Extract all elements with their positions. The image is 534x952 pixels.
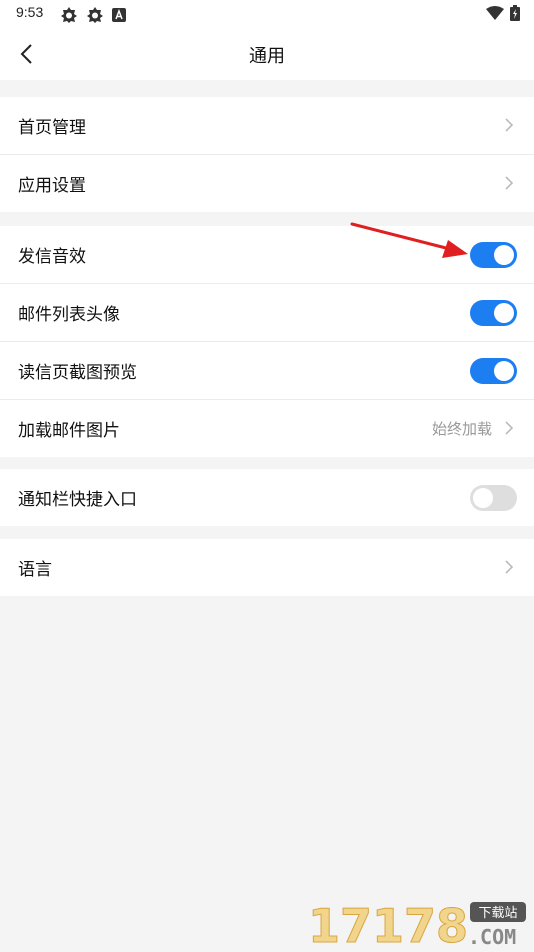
row-label: 语言 xyxy=(18,560,52,580)
row-load-images[interactable]: 加载邮件图片 始终加载 xyxy=(0,400,534,457)
row-value: 始终加载 xyxy=(431,420,492,438)
settings-icon xyxy=(61,7,77,23)
settings-group-notification: 通知栏快捷入口 xyxy=(0,469,534,526)
a-icon xyxy=(112,8,126,22)
row-label: 首页管理 xyxy=(18,118,86,138)
chevron-right-icon xyxy=(505,560,514,574)
row-label: 邮件列表头像 xyxy=(18,305,120,325)
row-label: 读信页截图预览 xyxy=(18,363,137,383)
red-arrow-icon xyxy=(350,222,468,258)
row-list-avatar: 邮件列表头像 xyxy=(0,284,534,342)
status-bar: 9:53 xyxy=(0,0,534,28)
toggle-knob xyxy=(494,360,514,381)
chevron-right-icon xyxy=(505,176,514,190)
chevron-right-icon xyxy=(505,421,514,435)
row-screenshot-preview: 读信页截图预览 xyxy=(0,342,534,400)
watermark-graphic: 17178 下载站 .COM xyxy=(308,899,526,952)
row-homepage-management[interactable]: 首页管理 xyxy=(0,97,534,155)
wifi-icon xyxy=(486,6,504,20)
row-notification-shortcut: 通知栏快捷入口 xyxy=(0,469,534,526)
watermark-tag: 下载站 xyxy=(478,906,517,921)
row-app-settings[interactable]: 应用设置 xyxy=(0,155,534,212)
settings-group-language: 语言 xyxy=(0,539,534,596)
row-label: 加载邮件图片 xyxy=(18,421,120,441)
status-time: 9:53 xyxy=(16,4,44,20)
watermark-domain: .COM xyxy=(468,925,516,948)
battery-icon xyxy=(510,5,520,21)
header: 通用 xyxy=(0,28,534,80)
watermark-number: 17178 xyxy=(308,899,468,948)
row-label: 通知栏快捷入口 xyxy=(18,490,137,510)
settings-icon xyxy=(87,7,103,23)
page-title: 通用 xyxy=(249,46,285,67)
screenshot-preview-toggle[interactable] xyxy=(470,357,517,384)
row-label: 发信音效 xyxy=(18,247,86,267)
chevron-right-icon xyxy=(505,118,514,132)
row-language[interactable]: 语言 xyxy=(0,539,534,596)
notification-shortcut-toggle[interactable] xyxy=(470,484,517,511)
list-avatar-toggle[interactable] xyxy=(470,299,517,326)
toggle-knob xyxy=(494,244,514,265)
toggle-knob xyxy=(473,487,493,508)
toggle-knob xyxy=(494,302,514,323)
settings-group-home: 首页管理 应用设置 xyxy=(0,97,534,212)
row-label: 应用设置 xyxy=(18,176,86,196)
watermark-logo: 17178 下载站 .COM xyxy=(308,898,528,952)
send-sound-toggle[interactable] xyxy=(470,241,517,268)
